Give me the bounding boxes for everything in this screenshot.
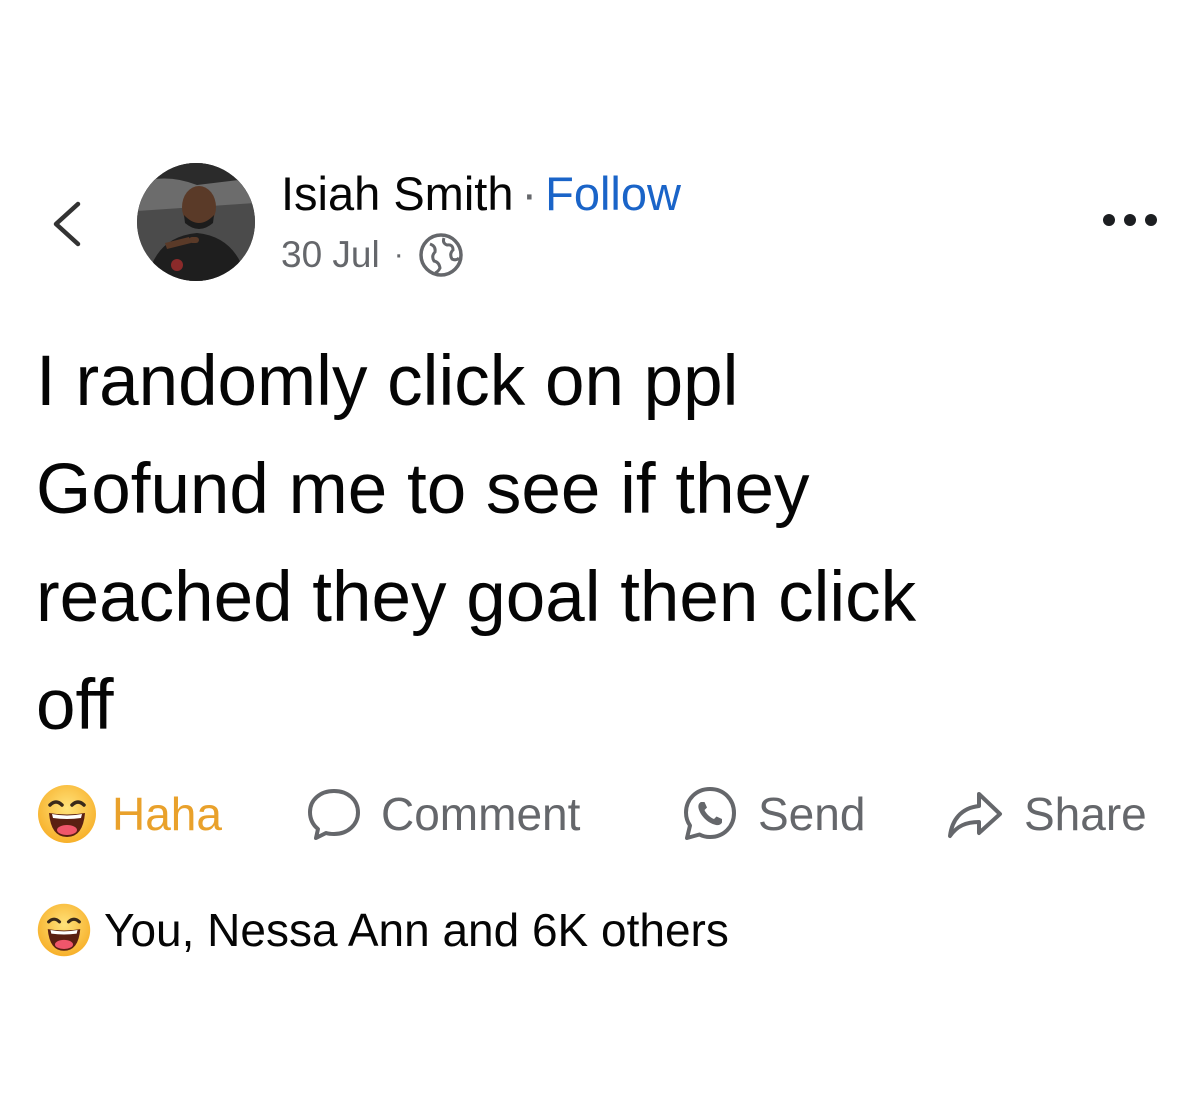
share-label: Share [1024, 788, 1147, 840]
post-line: I randomly click on ppl [36, 342, 739, 421]
share-button[interactable]: Share [944, 778, 1147, 850]
post-date[interactable]: 30 Jul [281, 234, 380, 276]
reactions-summary[interactable]: You, Nessa Ann and 6K others [36, 898, 729, 962]
follow-button[interactable]: Follow [545, 167, 681, 220]
haha-emoji-icon [38, 785, 96, 843]
post-meta: 30 Jul · [281, 230, 464, 280]
haha-reaction-button[interactable]: Haha [36, 778, 222, 850]
post-header: Isiah Smith · Follow 30 Jul · [0, 160, 1199, 290]
whatsapp-icon [684, 787, 736, 840]
post-line: reached they goal then click [36, 558, 917, 637]
post-body: I randomly click on ppl Gofund me to see… [36, 328, 1146, 760]
comment-label: Comment [381, 788, 581, 840]
haha-label: Haha [112, 788, 222, 840]
comment-button[interactable]: Comment [305, 778, 580, 850]
back-chevron-icon[interactable] [46, 194, 86, 254]
haha-emoji-icon [37, 903, 91, 957]
globe-icon [418, 233, 463, 277]
header-separator: · [521, 167, 538, 220]
send-label: Send [758, 788, 866, 840]
comment-icon [308, 789, 360, 840]
share-arrow-icon [948, 792, 1002, 838]
meta-separator: · [393, 238, 404, 271]
action-bar: Haha Comment Send Share [0, 778, 1199, 850]
more-dots-icon[interactable] [1099, 205, 1161, 235]
author-line: Isiah Smith · Follow [281, 164, 681, 224]
send-button[interactable]: Send [680, 778, 865, 850]
post-line: off [36, 666, 114, 745]
avatar[interactable] [137, 163, 255, 281]
author-name[interactable]: Isiah Smith [281, 167, 513, 220]
post-line: Gofund me to see if they [36, 450, 810, 529]
reactions-summary-text: You, Nessa Ann and 6K others [104, 904, 729, 956]
avatar-photo [137, 163, 255, 281]
